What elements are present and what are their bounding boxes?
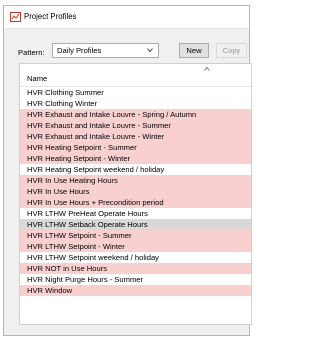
copy-button[interactable]: Copy (216, 43, 247, 58)
list-item[interactable]: HVR Exhaust and Intake Louvre - Summer (20, 120, 251, 131)
list-item[interactable]: HVR In Use Hours + Precondition period (20, 197, 251, 208)
list-item[interactable]: HVR LTHW Setpoint - Winter (20, 241, 251, 252)
pattern-label: Pattern: (18, 48, 45, 57)
list-item[interactable]: HVR LTHW PreHeat Operate Hours (20, 208, 251, 219)
list-item[interactable]: HVR Clothing Winter (20, 98, 251, 109)
column-header-name: Name (27, 74, 48, 83)
list-item[interactable]: HVR LTHW Setpoint weekend / holiday (20, 252, 251, 263)
window-title: Project Profiles (24, 12, 77, 21)
list-item[interactable]: HVR LTHW Setback Operate Hours (20, 219, 251, 230)
profiles-list[interactable]: Name HVR Clothing Summer HVR Clothing Win… (19, 63, 252, 325)
project-profiles-window: Project Profiles Pattern: Daily Profiles… (3, 5, 252, 336)
chevron-down-icon (147, 48, 153, 53)
list-item[interactable]: HVR Heating Setpoint - Summer (20, 142, 251, 153)
list-item[interactable]: HVR Window (20, 285, 251, 296)
list-header[interactable]: Name (20, 64, 251, 87)
list-item[interactable]: HVR In Use Heating Hours (20, 175, 251, 186)
list-item[interactable]: HVR In Use Hours (20, 186, 251, 197)
list-item[interactable]: HVR Clothing Summer (20, 87, 251, 98)
list-item[interactable]: HVR Night Purge Hours - Summer (20, 274, 251, 285)
title-bar[interactable]: Project Profiles (4, 6, 249, 29)
list-item[interactable]: HVR LTHW Setpoint - Summer (20, 230, 251, 241)
list-item[interactable]: HVR Heating Setpoint - Winter (20, 153, 251, 164)
new-button[interactable]: New (179, 43, 209, 58)
app-icon (10, 12, 21, 22)
list-item[interactable]: HVR Exhaust and Intake Louvre - Spring /… (20, 109, 251, 120)
pattern-dropdown-value: Daily Profiles (57, 46, 102, 55)
sort-ascending-icon (204, 67, 210, 71)
list-item[interactable]: HVR Heating Setpoint weekend / holiday (20, 164, 251, 175)
list-rows: HVR Clothing Summer HVR Clothing Winter HV… (20, 87, 251, 296)
list-item[interactable]: HVR NOT in Use Hours (20, 263, 251, 274)
pattern-dropdown[interactable]: Daily Profiles (52, 43, 159, 58)
list-item[interactable]: HVR Exhaust and Intake Louvre - Winter (20, 131, 251, 142)
